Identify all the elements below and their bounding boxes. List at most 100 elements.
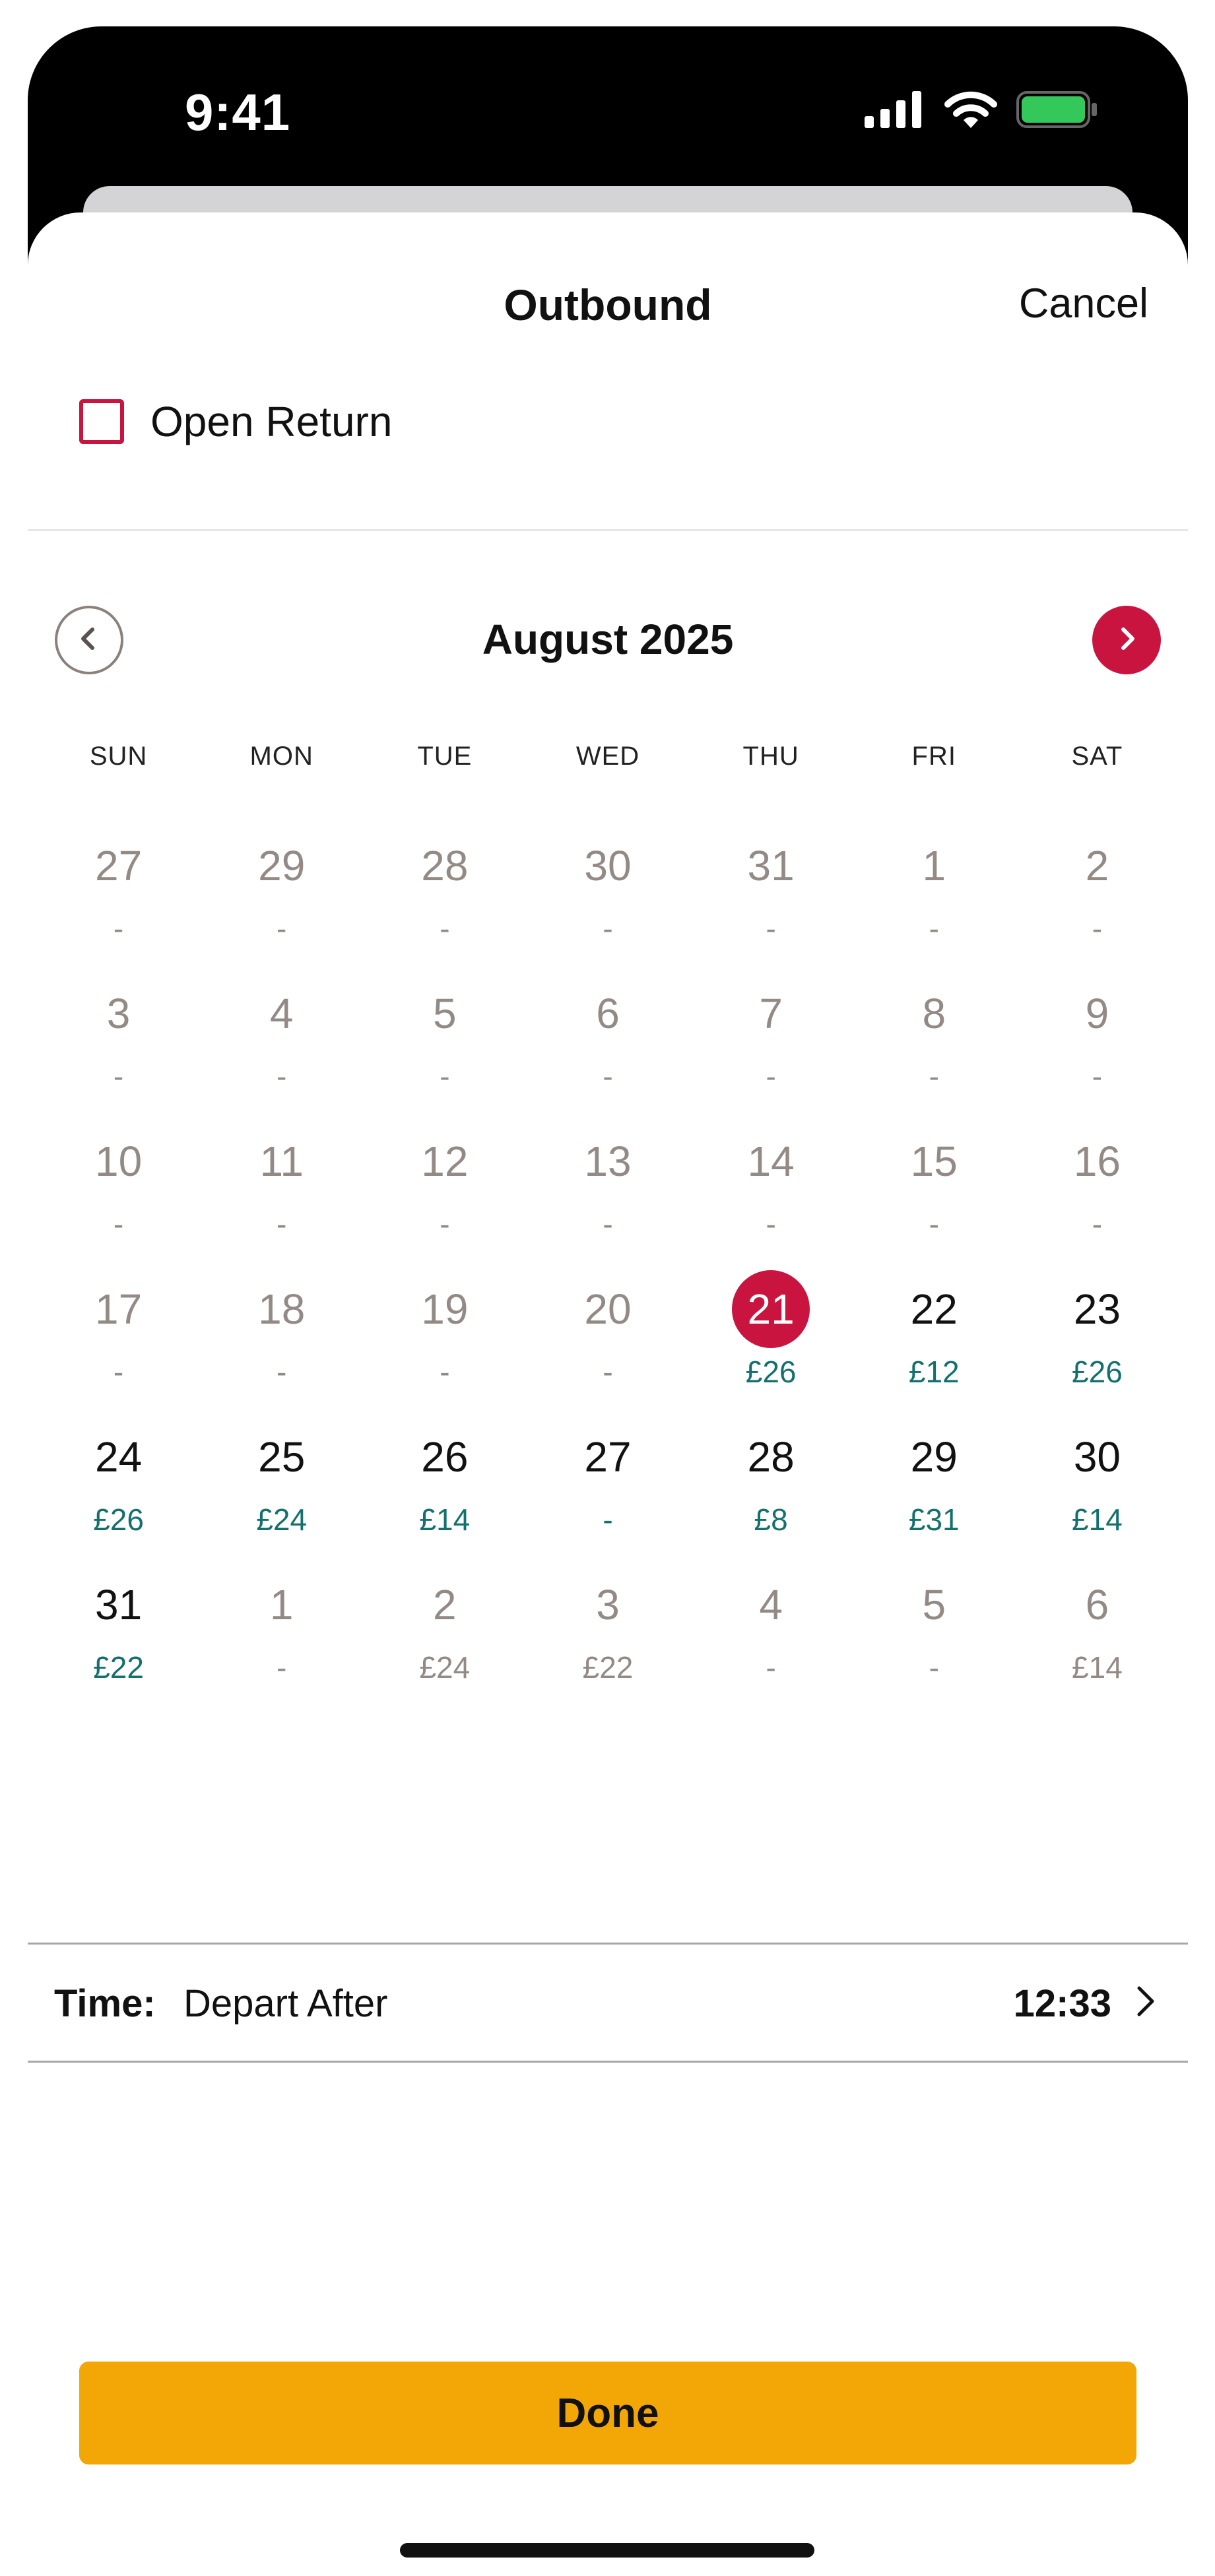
day-number-wrap: 24: [37, 1417, 200, 1497]
day-price: -: [440, 1059, 450, 1093]
calendar-day[interactable]: 29 £31: [853, 1417, 1016, 1565]
day-price: £26: [745, 1355, 797, 1389]
weekday-sat: SAT: [1071, 742, 1123, 771]
calendar-day[interactable]: 30 £14: [1016, 1417, 1179, 1565]
day-price: £31: [908, 1502, 960, 1537]
day-price: £22: [93, 1650, 144, 1685]
day-number: 19: [421, 1285, 469, 1333]
calendar-day: 13 -: [526, 1122, 689, 1270]
done-button[interactable]: Done: [79, 2362, 1136, 2464]
day-number: 21: [747, 1285, 795, 1333]
calendar-day: 1-: [853, 826, 1016, 974]
day-number-wrap: 1: [200, 1565, 363, 1644]
day-number: 15: [910, 1138, 958, 1185]
day-price: -: [1092, 1207, 1103, 1241]
day-number-wrap: 17: [37, 1270, 200, 1349]
calendar-day[interactable]: 28 £8: [690, 1417, 853, 1565]
calendar-day: 31 -: [690, 826, 853, 974]
day-number: 6: [1085, 1581, 1109, 1628]
day-number-wrap: 25: [200, 1417, 363, 1497]
day-number: 1: [269, 1581, 294, 1628]
day-number-wrap: 3: [37, 974, 200, 1053]
open-return-toggle[interactable]: Open Return: [79, 397, 392, 446]
time-mode: Depart After: [183, 1982, 388, 2025]
day-number-wrap: 31: [37, 1565, 200, 1644]
day-number: 14: [747, 1138, 795, 1185]
day-number: 26: [421, 1433, 469, 1481]
day-price: -: [929, 1059, 939, 1093]
calendar-day: 3-: [37, 974, 200, 1122]
day-number-wrap: 7: [690, 974, 853, 1053]
day-price: -: [766, 911, 776, 946]
time-value: 12:33: [1013, 1982, 1111, 2025]
calendar-day[interactable]: 22 £12: [853, 1270, 1016, 1417]
day-number-wrap: 30: [1016, 1417, 1179, 1497]
day-number-wrap: 27: [526, 1417, 689, 1497]
calendar-day[interactable]: 24 £26: [37, 1417, 200, 1565]
day-price: -: [277, 1650, 287, 1685]
day-number: 10: [94, 1138, 143, 1185]
day-number: 2: [1085, 842, 1109, 889]
calendar-day: 6-: [526, 974, 689, 1122]
day-price: -: [113, 1355, 124, 1389]
day-number: 12: [421, 1138, 469, 1185]
calendar-day[interactable]: 23 £26: [1016, 1270, 1179, 1417]
weekday-fri: FRI: [911, 742, 956, 771]
day-price: -: [603, 1502, 613, 1537]
day-number: 31: [747, 842, 795, 889]
day-number-wrap: 19: [363, 1270, 526, 1349]
day-number-wrap: 6: [1016, 1565, 1179, 1644]
day-number: 17: [94, 1285, 143, 1333]
weekday-header: SUN MON TUE WED THU FRI SAT: [37, 742, 1179, 771]
calendar-day[interactable]: 25 £24: [200, 1417, 363, 1565]
day-number: 31: [94, 1581, 143, 1628]
day-number: 4: [269, 990, 294, 1037]
calendar-day[interactable]: 21 £26: [690, 1270, 853, 1417]
day-number: 5: [433, 990, 457, 1037]
calendar-day: 14 -: [690, 1122, 853, 1270]
day-number-wrap: 12: [363, 1122, 526, 1201]
day-number-wrap: 28: [363, 826, 526, 905]
day-number: 22: [910, 1285, 958, 1333]
calendar-day: 4-: [200, 974, 363, 1122]
calendar-grid: 27-29-28-30-31-1-2-3-4-5-6-7-8-9-10-11-1…: [37, 826, 1179, 1713]
calendar-day: 11 -: [200, 1122, 363, 1270]
day-number-wrap: 5: [853, 1565, 1016, 1644]
calendar-day: 5-: [853, 1565, 1016, 1713]
day-price: -: [603, 1059, 613, 1093]
day-number-wrap: 13: [526, 1122, 689, 1201]
open-return-checkbox[interactable]: [79, 399, 124, 444]
day-price: £24: [256, 1502, 308, 1537]
day-number: 29: [910, 1433, 958, 1481]
day-number: 30: [1073, 1433, 1121, 1481]
page-title: Outbound: [504, 280, 712, 329]
day-number-wrap: 4: [690, 1565, 853, 1644]
day-price: -: [440, 1355, 450, 1389]
calendar-day: 30 -: [526, 826, 689, 974]
day-price: -: [113, 1059, 124, 1093]
day-number: 9: [1085, 990, 1109, 1037]
calendar-day[interactable]: 31 £22: [37, 1565, 200, 1713]
next-month-button[interactable]: [1092, 606, 1161, 674]
calendar-day: 10 -: [37, 1122, 200, 1270]
calendar-day: 4-: [690, 1565, 853, 1713]
day-number-wrap: 27: [37, 826, 200, 905]
calendar-day[interactable]: 27 -: [526, 1417, 689, 1565]
day-price: -: [603, 1207, 613, 1241]
cancel-button[interactable]: Cancel: [1019, 280, 1148, 327]
day-number: 25: [258, 1433, 306, 1481]
day-number: 23: [1073, 1285, 1121, 1333]
day-number-wrap: 6: [526, 974, 689, 1053]
day-number: 8: [922, 990, 946, 1037]
day-price: £8: [754, 1502, 788, 1537]
divider: [28, 2061, 1188, 2063]
day-number: 7: [759, 990, 783, 1037]
status-bar: 9:41: [28, 26, 1188, 191]
departure-time-row[interactable]: Time: Depart After 12:33: [28, 1945, 1188, 2061]
open-return-label: Open Return: [150, 398, 393, 445]
calendar-day[interactable]: 26 £14: [363, 1417, 526, 1565]
calendar-day: 8-: [853, 974, 1016, 1122]
wifi-icon: [944, 90, 998, 133]
calendar-day: 9-: [1016, 974, 1179, 1122]
weekday-mon: MON: [249, 742, 313, 771]
